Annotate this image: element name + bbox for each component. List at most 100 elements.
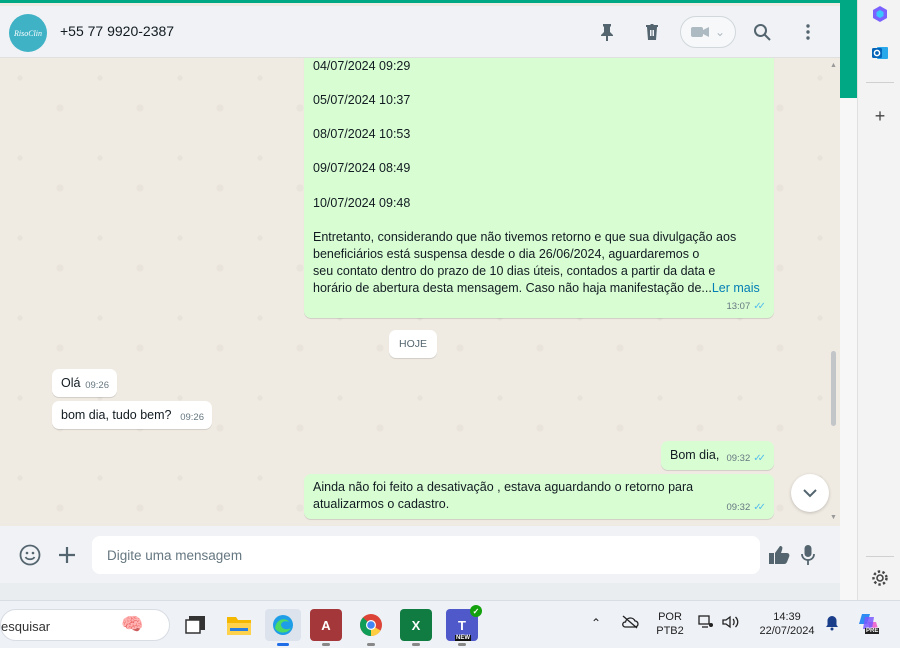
language-indicator[interactable]: POR PTB2 [652,611,688,637]
windows-taskbar: esquisar 🧠 A X T ✓ NEW ⌃ POR PTB2 14:39 … [0,600,900,648]
video-call-button[interactable]: ⌄ [680,16,736,48]
microphone-icon[interactable] [795,542,821,568]
message-text: Olá [61,376,81,390]
copilot-icon[interactable] [870,4,890,24]
plus-attach-icon[interactable] [54,542,80,568]
thumbs-up-icon[interactable] [766,542,792,568]
message-meta: 09:32 ✓✓ [726,499,766,516]
message-text: bom dia, tudo bem? [61,408,172,422]
scroll-up-arrow-icon[interactable]: ▲ [830,62,837,69]
scroll-down-arrow-icon[interactable]: ▼ [830,514,837,521]
date-divider: HOJE [389,330,437,358]
pin-icon[interactable] [595,20,619,44]
message-line: horário de abertura desta mensagem. Caso… [313,281,712,295]
cloud-offline-icon[interactable] [621,615,639,632]
message-bubble-incoming[interactable]: Olá 09:26 [52,369,117,397]
message-meta: 13:07 ✓✓ [726,298,766,315]
message-line: 04/07/2024 09:29 [313,59,411,73]
message-line: 09/07/2024 08:49 [313,161,411,175]
running-indicator [367,643,375,646]
message-bubble-outgoing[interactable]: Ainda não foi feito a desativação , esta… [304,474,774,519]
outlook-icon[interactable] [870,43,890,63]
double-check-icon: ✓✓ [753,453,766,464]
message-composer [0,526,840,583]
scroll-to-bottom-button[interactable] [791,474,829,512]
chat-scrollbar[interactable]: ▲ ▼ [828,58,840,526]
check-badge-icon: ✓ [470,605,482,617]
new-badge: NEW [455,635,471,641]
preview-badge: PRE [865,628,880,634]
running-indicator [322,643,330,646]
file-explorer-icon[interactable] [223,609,255,641]
trash-icon[interactable] [640,20,664,44]
brain-doodle-icon: 🧠 [121,614,144,634]
message-line: 08/07/2024 10:53 [313,127,411,141]
message-time: 09:32 [726,502,751,513]
copilot-taskbar-icon[interactable]: PRE [857,611,881,638]
browser-sidebar: + [857,0,900,600]
video-camera-icon [690,27,709,37]
message-line: beneficiários está suspensa desde o dia … [313,247,700,261]
message-time: 09:26 [85,380,109,391]
message-meta: 09:32 ✓✓ [726,450,766,467]
access-app-icon[interactable]: A [310,609,342,646]
message-text: 04/07/2024 09:29 05/07/2024 10:37 08/07/… [313,58,760,297]
message-line: 10/07/2024 09:48 [313,196,411,210]
language-code: POR [658,611,682,623]
taskbar-search[interactable]: esquisar 🧠 [0,609,170,641]
keyboard-layout: PTB2 [656,625,684,637]
message-line: Ainda não foi feito a desativação , esta… [313,480,694,494]
network-icon[interactable] [698,615,714,632]
message-line: Entretanto, considerando que não tivemos… [313,230,737,244]
double-check-icon: ✓✓ [753,301,766,312]
contact-name[interactable]: +55 77 9920-2387 [60,23,174,39]
clock-date: 22/07/2024 [759,625,815,637]
sidebar-divider [866,82,894,83]
message-text: Bom dia, [670,448,720,462]
taskbar-search-text: esquisar [1,619,51,634]
message-meta: 09:26 [85,377,109,394]
edge-browser-icon[interactable] [265,609,301,646]
clock[interactable]: 14:39 22/07/2024 [752,611,822,637]
running-indicator [412,643,420,646]
message-bubble-outgoing[interactable]: 04/07/2024 09:29 05/07/2024 10:37 08/07/… [304,58,774,318]
message-line: seu contato dentro do prazo de 10 dias ú… [313,264,716,278]
task-view-icon[interactable] [180,609,212,641]
chat-area[interactable]: 04/07/2024 09:29 05/07/2024 10:37 08/07/… [0,58,840,526]
add-icon[interactable]: + [870,106,890,126]
sidebar-divider [866,556,894,557]
message-bubble-incoming[interactable]: bom dia, tudo bem? 09:26 [52,401,212,429]
message-meta: 09:26 [180,409,204,426]
settings-gear-icon[interactable] [870,568,890,588]
message-text: Ainda não foi feito a desativação , esta… [313,479,693,513]
message-line: 05/07/2024 10:37 [313,93,411,107]
running-indicator [458,643,466,646]
volume-icon[interactable] [722,615,740,632]
search-icon[interactable] [750,20,774,44]
teams-icon[interactable]: T ✓ NEW [446,605,482,646]
chat-header[interactable]: RisoClin +55 77 9920-2387 ⌄ [0,6,840,58]
excel-icon[interactable]: X [400,609,432,646]
active-indicator [277,643,289,646]
message-input[interactable] [92,536,760,574]
message-time: 09:32 [726,453,751,464]
clock-time: 14:39 [773,611,801,623]
avatar[interactable]: RisoClin [9,14,47,52]
window-edge-pane [840,98,857,600]
chevron-down-icon: ⌄ [714,25,726,39]
message-time: 13:07 [726,301,751,312]
chevron-up-icon[interactable]: ⌃ [591,616,601,630]
chevron-down-icon [803,488,817,497]
scrollbar-thumb[interactable] [831,351,836,426]
read-more-link[interactable]: Ler mais [712,281,760,295]
chrome-icon[interactable] [355,609,387,646]
emoji-icon[interactable] [17,542,43,568]
message-line: atualizarmos o cadastro. [313,497,450,511]
message-time: 09:26 [180,412,204,423]
message-bubble-outgoing[interactable]: Bom dia, 09:32 ✓✓ [661,441,774,470]
menu-kebab-icon[interactable] [796,20,820,44]
double-check-icon: ✓✓ [753,502,766,513]
whatsapp-window: RisoClin +55 77 9920-2387 ⌄ 04/07/2024 0… [0,0,840,583]
window-edge-accent [840,0,857,98]
notification-bell-icon[interactable] [825,615,839,634]
